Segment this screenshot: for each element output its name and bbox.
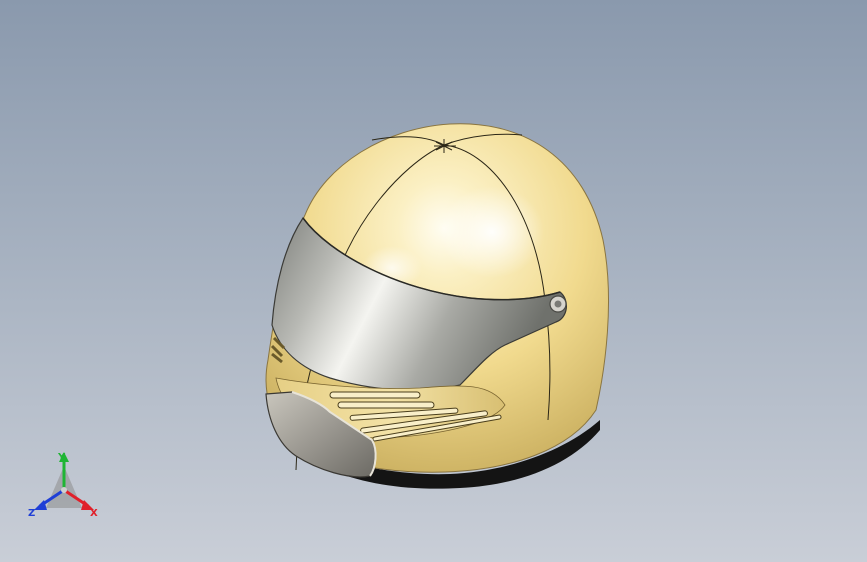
z-axis-label: Z [28, 508, 35, 519]
visor-pivot-inner [554, 300, 562, 308]
y-axis-label: Y [57, 452, 66, 463]
view-orientation-triad[interactable]: Y X Z [28, 452, 98, 519]
shell-highlight [440, 186, 544, 278]
model-viewport[interactable]: Y X Z [0, 0, 867, 562]
triad-origin [61, 487, 67, 493]
helmet-model[interactable] [265, 123, 609, 489]
x-axis-label: X [90, 508, 98, 519]
